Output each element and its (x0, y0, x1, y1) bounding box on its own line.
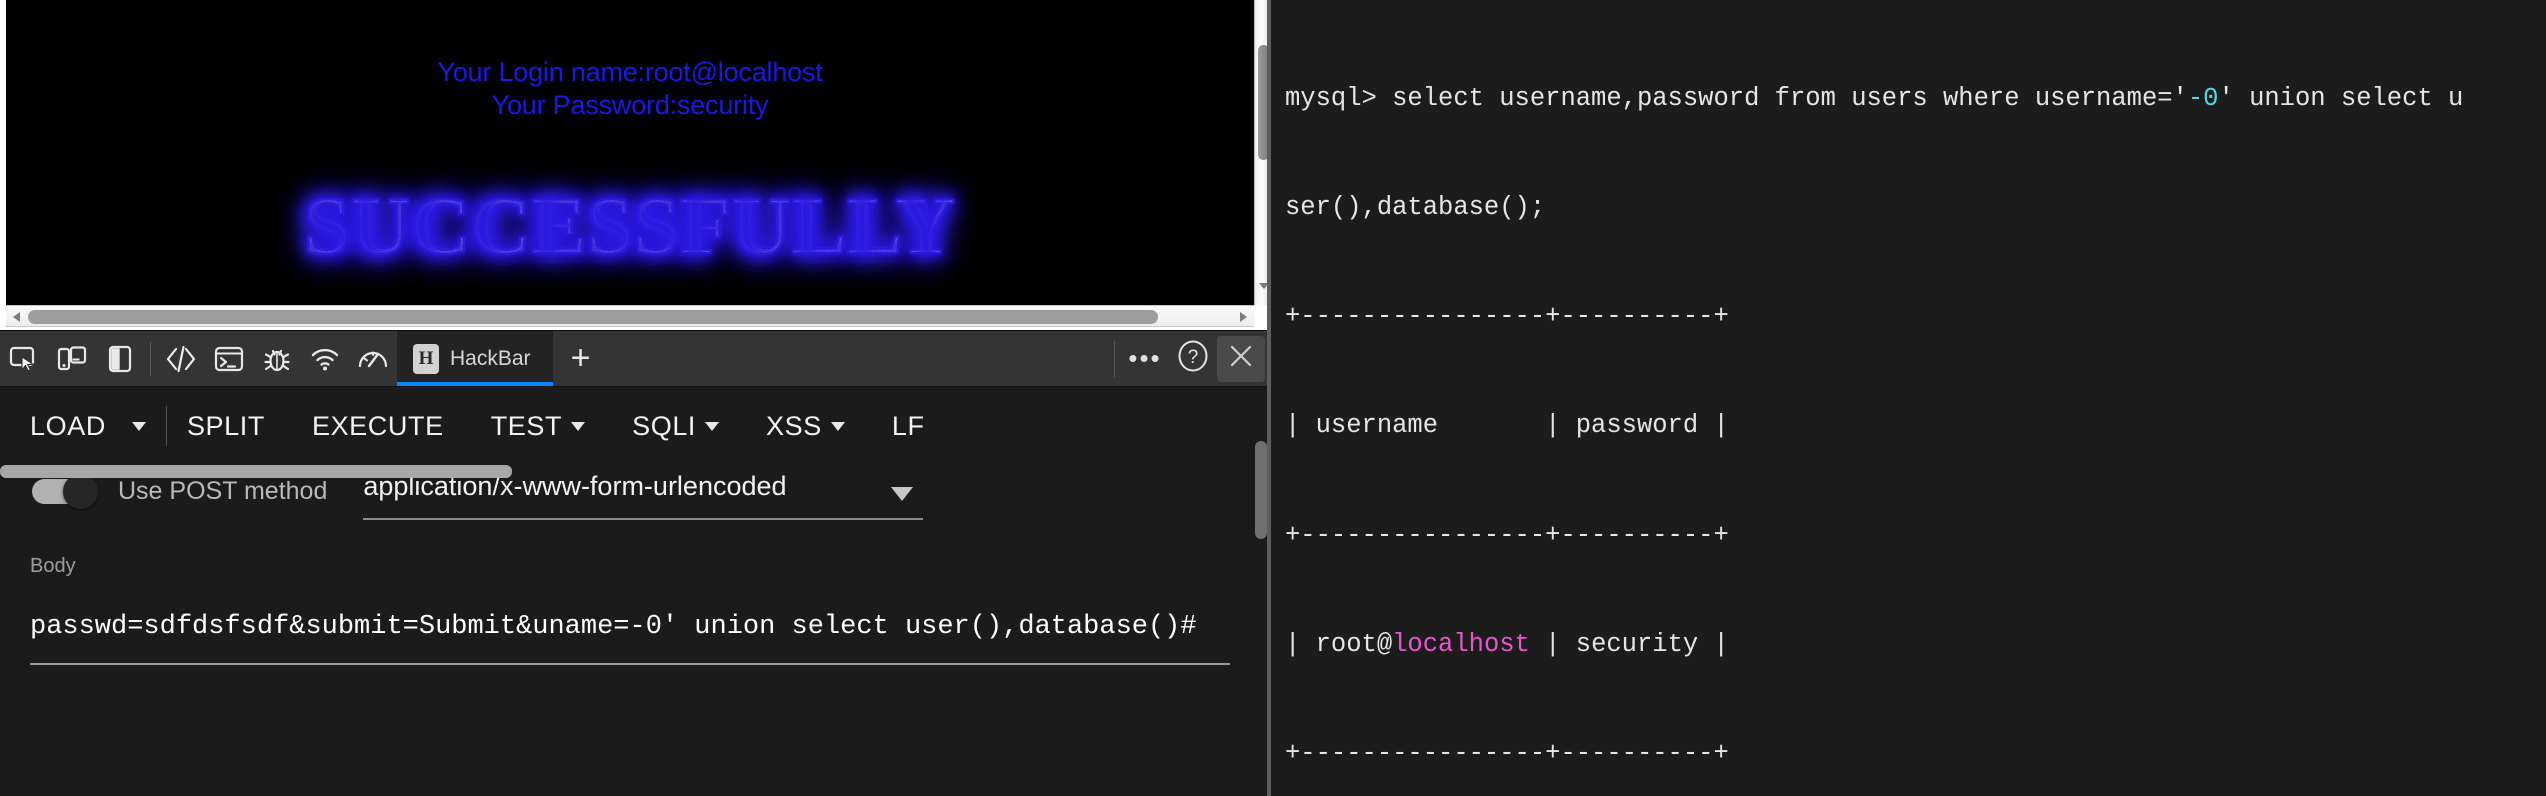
close-icon (1227, 342, 1255, 375)
lfi-button[interactable]: LF (892, 411, 925, 442)
body-input[interactable]: passwd=sdfdsfsdf&submit=Submit&uname=-0'… (30, 600, 1230, 665)
command-injection-highlight: -0 (2187, 83, 2219, 113)
test-button[interactable]: TEST (490, 410, 586, 442)
console-icon (214, 346, 244, 372)
debugger-button[interactable] (253, 331, 301, 386)
command-text-post: ' union select u (2218, 83, 2464, 113)
performance-button[interactable] (349, 331, 397, 386)
split-console-icon (108, 345, 132, 373)
load-label: LOAD (30, 410, 106, 441)
execute-label: EXECUTE (311, 410, 444, 441)
terminal-command-line-2: ser(),database(); (1285, 193, 1546, 223)
xss-chevron-down-icon (830, 421, 845, 431)
help-button[interactable]: ? (1169, 331, 1217, 386)
pick-element-button[interactable] (0, 331, 48, 386)
debugger-icon (262, 345, 292, 373)
performance-icon (357, 346, 389, 372)
plus-icon: + (570, 339, 591, 377)
page-horizontal-scrollbar-thumb[interactable] (28, 310, 1158, 324)
terminal-header-row: | username | password | (1285, 411, 1729, 441)
responsive-design-mode-icon (57, 345, 87, 372)
help-icon: ? (1176, 339, 1210, 378)
hackbar-vertical-scrollbar-thumb[interactable] (1255, 441, 1267, 539)
tab-hackbar-label: HackBar (450, 346, 531, 370)
sqli-chevron-down-icon (705, 421, 720, 431)
terminal-rule-mid: +----------------+----------+ (1285, 520, 1729, 550)
xss-label: XSS (766, 410, 822, 441)
execute-button[interactable]: EXECUTE (312, 411, 444, 442)
devtools-pane-edge (1267, 0, 1271, 796)
test-chevron-down-icon (571, 421, 586, 431)
devtools-left-controls (0, 331, 144, 386)
hackbar-logo-icon: H (413, 343, 439, 374)
devtools-panel-icons (157, 331, 397, 386)
login-info: Your Login name:root@localhost Your Pass… (6, 56, 1254, 122)
hackbar-body-section: Body passwd=sdfdsfsdf&submit=Submit&unam… (0, 537, 1271, 665)
hackbar-post-row: Use POST method application/x-www-form-u… (0, 465, 1271, 537)
screen: Your Login name:root@localhost Your Pass… (0, 0, 2546, 796)
browser-window: Your Login name:root@localhost Your Pass… (0, 0, 1271, 796)
load-button[interactable]: LOAD (30, 411, 106, 442)
use-post-method-label: Use POST method (118, 477, 328, 505)
data-row-suffix: | security | (1529, 629, 1729, 659)
pick-element-icon (9, 346, 39, 372)
hackbar-horizontal-scrollbar[interactable] (0, 465, 512, 478)
scroll-left-arrow-icon[interactable] (13, 312, 20, 322)
load-chevron-down-icon[interactable] (131, 421, 146, 431)
page-horizontal-scrollbar[interactable] (6, 305, 1254, 327)
sqli-label: SQLI (632, 410, 697, 441)
close-devtools-button[interactable] (1217, 335, 1265, 382)
mysql-terminal[interactable]: mysql> select username,password from use… (1271, 0, 2546, 796)
hackbar-vertical-scrollbar[interactable] (1255, 387, 1267, 796)
network-button[interactable] (301, 331, 349, 386)
data-row-host-highlight: localhost (1392, 629, 1530, 659)
page-content: Your Login name:root@localhost Your Pass… (6, 0, 1254, 305)
inspector-button[interactable] (157, 331, 205, 386)
toolbar-divider (150, 341, 151, 376)
password-line: Your Password:security (491, 90, 769, 120)
success-text: SUCCESSFULLY (303, 180, 956, 271)
terminal-command-line-1: mysql> select username,password from use… (1285, 81, 2546, 117)
toggle-knob (63, 474, 98, 509)
success-banner: SUCCESSFULLY (6, 180, 1254, 271)
content-type-value: application/x-www-form-urlencoded (363, 471, 924, 520)
terminal-rule-top: +----------------+----------+ (1285, 302, 1729, 332)
more-tools-button[interactable]: ••• (1121, 331, 1169, 386)
data-row-prefix: | root@ (1285, 629, 1393, 659)
body-field-label: Body (30, 555, 76, 577)
network-icon (310, 346, 340, 372)
scroll-right-arrow-icon[interactable] (1240, 312, 1247, 322)
action-divider (165, 406, 167, 446)
command-text-pre: mysql> select username,password from use… (1285, 83, 2188, 113)
console-button[interactable] (205, 331, 253, 386)
devtools-right-controls: ••• ? (1114, 335, 1271, 382)
terminal-data-row: | root@localhost | security | (1285, 627, 2546, 663)
responsive-design-mode-button[interactable] (48, 331, 96, 386)
login-name-line: Your Login name:root@localhost (437, 57, 823, 87)
inspector-icon (164, 345, 198, 373)
split-console-button[interactable] (96, 331, 144, 386)
page-viewport: Your Login name:root@localhost Your Pass… (0, 0, 1271, 330)
ellipsis-icon: ••• (1128, 343, 1162, 373)
lfi-label: LF (891, 410, 925, 441)
tab-hackbar[interactable]: H HackBar (397, 331, 553, 386)
devtools-toolbar: H HackBar + ••• ? (0, 330, 1271, 387)
test-label: TEST (490, 410, 563, 441)
add-tool-button[interactable]: + (553, 331, 609, 386)
hackbar-action-bar: LOAD SPLIT EXECUTE TEST SQLI XSS LF (0, 387, 1271, 465)
svg-text:?: ? (1188, 347, 1199, 368)
content-type-chevron-down-icon (891, 487, 914, 501)
terminal-rule-bottom: +----------------+----------+ (1285, 739, 1729, 769)
xss-button[interactable]: XSS (766, 411, 845, 442)
split-label: SPLIT (186, 410, 265, 441)
split-button[interactable]: SPLIT (187, 411, 265, 442)
hackbar-panel: LOAD SPLIT EXECUTE TEST SQLI XSS LF Use … (0, 387, 1271, 796)
sqli-button[interactable]: SQLI (632, 410, 720, 442)
